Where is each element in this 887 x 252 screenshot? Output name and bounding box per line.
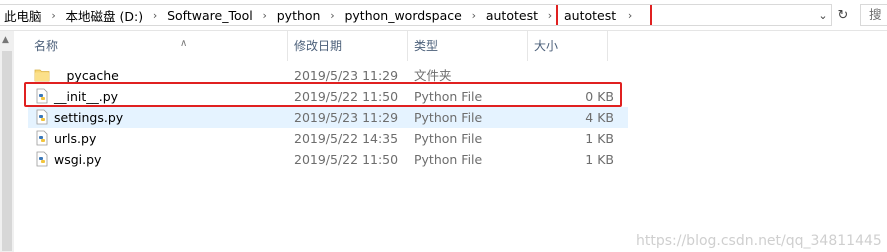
file-list: __pycache__ 2019/5/23 11:29 文件夹 __init__…	[14, 65, 887, 170]
breadcrumb-label: 此电脑	[4, 8, 42, 24]
file-type: Python File	[414, 152, 483, 167]
folder-icon	[34, 69, 50, 82]
scroll-up-icon[interactable]: ▲	[2, 35, 9, 45]
breadcrumb-this-pc[interactable]: 此电脑	[0, 5, 46, 25]
list-item[interactable]: settings.py 2019/5/23 11:29 Python File …	[28, 107, 628, 128]
column-header-size[interactable]: 大小	[528, 31, 608, 61]
refresh-button[interactable]: ↻	[834, 5, 852, 25]
file-type: Python File	[414, 89, 483, 104]
breadcrumb-drive-d[interactable]: 本地磁盘 (D:)	[62, 5, 148, 25]
column-header-name[interactable]: 名称 ∧	[28, 31, 288, 61]
file-date: 2019/5/23 11:29	[294, 110, 399, 125]
file-name: urls.py	[54, 131, 97, 146]
column-headers: 名称 ∧ 修改日期 类型 大小	[14, 31, 887, 61]
nav-scrollbar-thumb[interactable]	[2, 51, 12, 251]
address-history-dropdown[interactable]: ⌄	[814, 5, 832, 25]
list-item[interactable]: urls.py 2019/5/22 14:35 Python File 1 KB	[28, 128, 628, 149]
column-label: 类型	[414, 39, 439, 53]
breadcrumb-label: 本地磁盘 (D:)	[65, 8, 144, 24]
file-size: 0 KB	[585, 89, 614, 104]
python-file-icon	[36, 88, 48, 104]
breadcrumb-label: Software_Tool	[167, 7, 253, 23]
python-file-icon	[36, 109, 48, 125]
breadcrumb-label: autotest	[485, 7, 538, 23]
search-input[interactable]: 搜	[860, 4, 887, 26]
chevron-right-icon[interactable]: ›	[46, 9, 62, 22]
address-bar: 此电脑 › 本地磁盘 (D:) › Software_Tool › python…	[0, 0, 887, 31]
column-header-date[interactable]: 修改日期	[288, 31, 408, 61]
column-header-type[interactable]: 类型	[408, 31, 528, 61]
breadcrumb-label: python_wordspace	[344, 7, 462, 23]
column-label: 修改日期	[294, 39, 343, 53]
chevron-right-icon[interactable]: ›	[147, 9, 163, 22]
python-file-icon	[36, 130, 48, 146]
list-item[interactable]: wsgi.py 2019/5/22 11:50 Python File 1 KB	[28, 149, 628, 170]
breadcrumb: 此电脑 › 本地磁盘 (D:) › Software_Tool › python…	[0, 4, 832, 26]
refresh-icon: ↻	[837, 7, 849, 23]
breadcrumb-label: python	[276, 7, 321, 23]
watermark: https://blog.csdn.net/qq_34811445	[636, 233, 882, 249]
file-type: Python File	[414, 131, 483, 146]
file-date: 2019/5/22 11:50	[294, 152, 399, 167]
file-date: 2019/5/22 11:50	[294, 89, 399, 104]
breadcrumb-python[interactable]: python	[273, 5, 325, 25]
breadcrumb-autotest[interactable]: autotest	[482, 5, 542, 25]
file-size: 1 KB	[585, 131, 614, 146]
file-name: wsgi.py	[54, 152, 102, 167]
column-label: 名称	[34, 39, 59, 53]
sort-ascending-icon: ∧	[180, 38, 188, 49]
chevron-right-icon[interactable]: ›	[466, 9, 482, 22]
breadcrumb-autotest-current[interactable]: autotest ›	[555, 5, 653, 25]
chevron-right-icon[interactable]: ›	[257, 9, 273, 22]
file-name: __init__.py	[54, 89, 119, 104]
search-placeholder: 搜	[869, 7, 882, 22]
chevron-right-icon: ›	[627, 8, 633, 22]
breadcrumb-label: autotest	[563, 7, 617, 23]
file-name: settings.py	[54, 110, 124, 125]
column-label: 大小	[534, 39, 559, 53]
file-date: 2019/5/22 14:35	[294, 131, 399, 146]
file-type: Python File	[414, 110, 483, 125]
python-file-icon	[36, 151, 48, 167]
chevron-right-icon[interactable]: ›	[324, 9, 340, 22]
navigation-pane[interactable]: ▲	[0, 31, 14, 252]
list-item[interactable]: __init__.py 2019/5/22 11:50 Python File …	[24, 82, 628, 107]
file-size: 4 KB	[585, 110, 614, 125]
chevron-down-icon: ⌄	[818, 8, 828, 22]
breadcrumb-python-wordspace[interactable]: python_wordspace	[340, 5, 465, 25]
file-size: 1 KB	[585, 152, 614, 167]
breadcrumb-software-tool[interactable]: Software_Tool	[163, 5, 257, 25]
